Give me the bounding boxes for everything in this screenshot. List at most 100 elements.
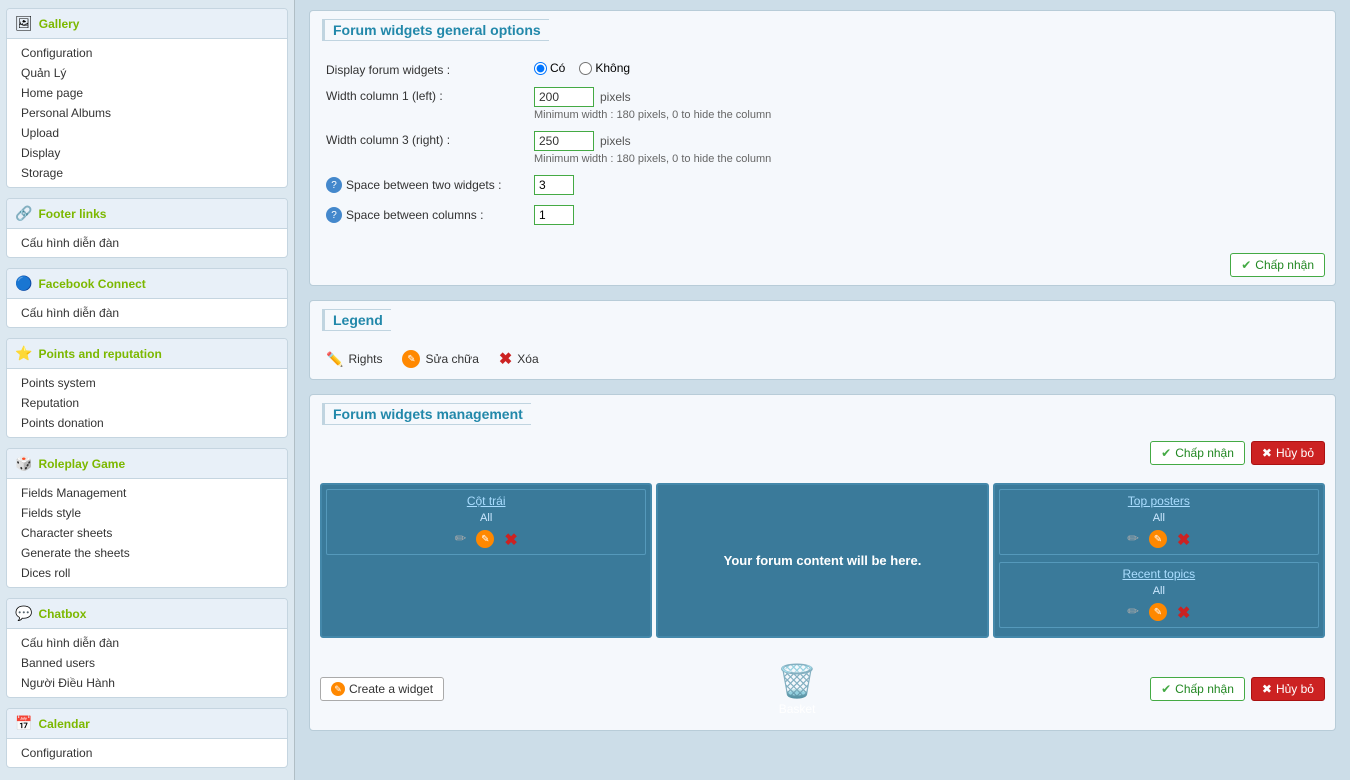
top-posters-actions: ✏ ✎ ✖ <box>1000 526 1318 554</box>
recent-topics-rights-icon[interactable]: ✏ <box>1127 603 1139 623</box>
widget-management-title: Forum widgets management <box>322 403 531 425</box>
legend-title: Legend <box>322 309 391 331</box>
left-widget-delete-icon[interactable]: ✖ <box>504 530 517 550</box>
col1-input[interactable] <box>534 87 594 107</box>
sidebar: 🖼Gallery Configuration Quản Lý Home page Per… <box>0 0 295 780</box>
radio-yes[interactable]: Có <box>534 61 565 75</box>
col3-pixels: pixels <box>600 134 631 148</box>
sidebar-section-icon-gallery: 🖼 <box>15 15 33 32</box>
left-widget-rights-icon[interactable]: ✏ <box>455 530 467 550</box>
col3-input[interactable] <box>534 131 594 151</box>
bottom-accept-cancel-row: ✔ Chấp nhận ✖ Hủy bỏ <box>1150 677 1325 701</box>
sidebar-link-chatbox-2[interactable]: Người Điều Hành <box>21 676 115 690</box>
sidebar-section-header-facebook-connect[interactable]: 🔵Facebook Connect <box>7 269 287 299</box>
create-widget-btn[interactable]: ✎ Create a widget <box>320 677 444 701</box>
top-posters-edit-icon[interactable]: ✎ <box>1149 530 1167 548</box>
list-item: Personal Albums <box>7 103 287 123</box>
sidebar-link-gallery-4[interactable]: Upload <box>21 126 59 140</box>
left-widget-edit-icon[interactable]: ✎ <box>476 530 494 548</box>
sidebar-link-roleplay-game-1[interactable]: Fields style <box>21 506 81 520</box>
sidebar-link-gallery-2[interactable]: Home page <box>21 86 83 100</box>
legend-delete-label: Xóa <box>517 352 538 366</box>
main-content: Forum widgets general options Display fo… <box>295 0 1350 780</box>
edit-icon: ✎ <box>402 350 420 368</box>
sidebar-section-chatbox: 💬Chatbox Cấu hình diễn đàn Banned users Ngư… <box>6 598 288 698</box>
legend-edit: ✎ Sửa chữa <box>402 350 478 368</box>
space-cols-help-icon[interactable]: ? <box>326 207 342 223</box>
sidebar-link-points-reputation-2[interactable]: Points donation <box>21 416 104 430</box>
widget-mgmt-cancel-btn[interactable]: ✖ Hủy bỏ <box>1251 441 1325 465</box>
sidebar-link-calendar-0[interactable]: Configuration <box>21 746 92 760</box>
col1-pixels: pixels <box>600 90 631 104</box>
sidebar-link-gallery-1[interactable]: Quản Lý <box>21 66 66 80</box>
list-item: Quản Lý <box>7 63 287 83</box>
list-item: Configuration <box>7 43 287 63</box>
space-widgets-row: ? Space between two widgets : <box>326 175 1319 195</box>
basket-icon: 🗑️ <box>777 662 817 700</box>
sidebar-section-header-calendar[interactable]: 📅Calendar <box>7 709 287 739</box>
sidebar-section-points-reputation: ⭐Points and reputation Points system Reput… <box>6 338 288 438</box>
sidebar-section-header-roleplay-game[interactable]: 🎲Roleplay Game <box>7 449 287 479</box>
sidebar-link-points-reputation-0[interactable]: Points system <box>21 376 96 390</box>
sidebar-link-roleplay-game-0[interactable]: Fields Management <box>21 486 126 500</box>
list-item: Banned users <box>7 653 287 673</box>
recent-topics-delete-icon[interactable]: ✖ <box>1177 603 1190 623</box>
list-item: Points system <box>7 373 287 393</box>
widget-mgmt-accept-btn[interactable]: ✔ Chấp nhận <box>1150 441 1245 465</box>
radio-no-input[interactable] <box>579 62 592 75</box>
sidebar-section-list-calendar: Configuration <box>7 739 287 767</box>
sidebar-section-title-facebook-connect: Facebook Connect <box>38 277 145 291</box>
top-posters-rights-icon[interactable]: ✏ <box>1127 530 1139 550</box>
sidebar-link-gallery-6[interactable]: Storage <box>21 166 63 180</box>
sidebar-link-roleplay-game-2[interactable]: Character sheets <box>21 526 112 540</box>
sidebar-section-icon-footer-links: 🔗 <box>15 205 32 222</box>
sidebar-section-header-points-reputation[interactable]: ⭐Points and reputation <box>7 339 287 369</box>
list-item: Cấu hình diễn đàn <box>7 233 287 253</box>
sidebar-link-gallery-5[interactable]: Display <box>21 146 60 160</box>
sidebar-link-chatbox-0[interactable]: Cấu hình diễn đàn <box>21 636 119 650</box>
basket-label: Basket <box>779 702 816 716</box>
recent-topics-edit-icon[interactable]: ✎ <box>1149 603 1167 621</box>
space-widgets-input[interactable] <box>534 175 574 195</box>
sidebar-section-header-gallery[interactable]: 🖼Gallery <box>7 9 287 39</box>
sidebar-link-chatbox-1[interactable]: Banned users <box>21 656 95 670</box>
col1-hint: Minimum width : 180 pixels, 0 to hide th… <box>534 109 771 121</box>
radio-no-label: Không <box>595 61 630 75</box>
sidebar-section-title-chatbox: Chatbox <box>38 607 86 621</box>
recent-topics-subtitle: All <box>1000 585 1318 599</box>
top-posters-link[interactable]: Top posters <box>1128 494 1190 508</box>
legend-edit-label: Sửa chữa <box>425 352 478 366</box>
sidebar-section-header-chatbox[interactable]: 💬Chatbox <box>7 599 287 629</box>
list-item: Fields Management <box>7 483 287 503</box>
sidebar-link-gallery-0[interactable]: Configuration <box>21 46 92 60</box>
widget-grid: Cột trái All ✏ ✎ ✖ Your forum content wi… <box>310 473 1335 648</box>
list-item: Points donation <box>7 413 287 433</box>
sidebar-link-gallery-3[interactable]: Personal Albums <box>21 106 111 120</box>
top-posters-delete-icon[interactable]: ✖ <box>1177 530 1190 550</box>
top-posters-widget: Top posters All ✏ ✎ ✖ <box>999 489 1319 555</box>
top-posters-subtitle: All <box>1000 512 1318 526</box>
sidebar-section-title-calendar: Calendar <box>38 717 89 731</box>
sidebar-link-footer-links-0[interactable]: Cấu hình diễn đàn <box>21 236 119 250</box>
recent-topics-link[interactable]: Recent topics <box>1122 567 1195 581</box>
radio-no[interactable]: Không <box>579 61 630 75</box>
recent-topics-actions: ✏ ✎ ✖ <box>1000 599 1318 627</box>
delete-icon: ✖ <box>499 349 512 369</box>
left-widget-title-link[interactable]: Cột trái <box>467 494 506 508</box>
legend-rights: ✏️ Rights <box>326 351 382 368</box>
bottom-cancel-btn[interactable]: ✖ Hủy bỏ <box>1251 677 1325 701</box>
sidebar-section-header-footer-links[interactable]: 🔗Footer links <box>7 199 287 229</box>
sidebar-section-roleplay-game: 🎲Roleplay Game Fields Management Fields st… <box>6 448 288 588</box>
bottom-accept-btn[interactable]: ✔ Chấp nhận <box>1150 677 1245 701</box>
radio-yes-input[interactable] <box>534 62 547 75</box>
list-item: Dices roll <box>7 563 287 583</box>
sidebar-link-facebook-connect-0[interactable]: Cấu hình diễn đàn <box>21 306 119 320</box>
space-widgets-help-icon[interactable]: ? <box>326 177 342 193</box>
legend-row: ✏️ Rights ✎ Sửa chữa ✖ Xóa <box>310 339 1335 379</box>
right-column: Top posters All ✏ ✎ ✖ Recent topics All <box>993 483 1325 638</box>
general-options-accept-btn[interactable]: ✔ Chấp nhận <box>1230 253 1325 277</box>
sidebar-link-roleplay-game-3[interactable]: Generate the sheets <box>21 546 130 560</box>
space-cols-input[interactable] <box>534 205 574 225</box>
sidebar-link-roleplay-game-4[interactable]: Dices roll <box>21 566 70 580</box>
sidebar-link-points-reputation-1[interactable]: Reputation <box>21 396 79 410</box>
